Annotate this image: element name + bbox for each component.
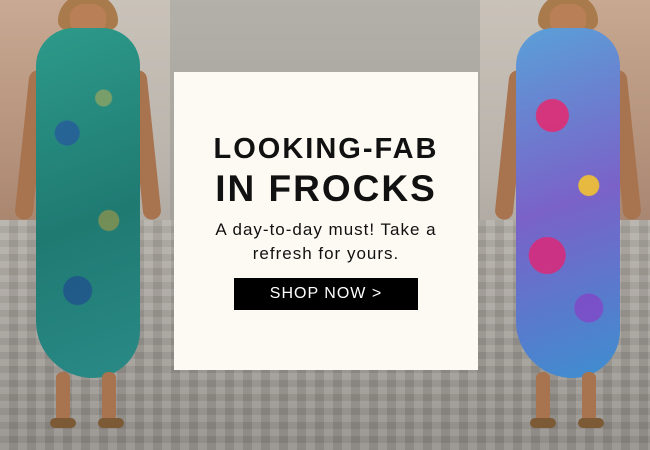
promo-banner[interactable]: LOOKING-FAB IN FROCKS A day-to-day must!…	[0, 0, 650, 450]
model-leg	[56, 372, 70, 422]
sandal	[530, 418, 556, 428]
headline-line1: LOOKING-FAB	[213, 133, 439, 165]
shop-now-button[interactable]: SHOP NOW >	[234, 278, 418, 310]
sandal	[578, 418, 604, 428]
promo-card: LOOKING-FAB IN FROCKS A day-to-day must!…	[174, 72, 478, 370]
sandal	[50, 418, 76, 428]
promo-subtext: A day-to-day must! Take a refresh for yo…	[215, 220, 437, 263]
teal-paisley-dress	[36, 28, 140, 378]
headline-line2: IN FROCKS	[215, 168, 437, 209]
model-leg	[582, 372, 596, 422]
sandal	[98, 418, 124, 428]
model-floral-dress	[494, 0, 642, 450]
model-leg	[536, 372, 550, 422]
floral-print-dress	[516, 28, 620, 378]
model-teal-paisley-dress	[14, 0, 162, 450]
model-leg	[102, 372, 116, 422]
